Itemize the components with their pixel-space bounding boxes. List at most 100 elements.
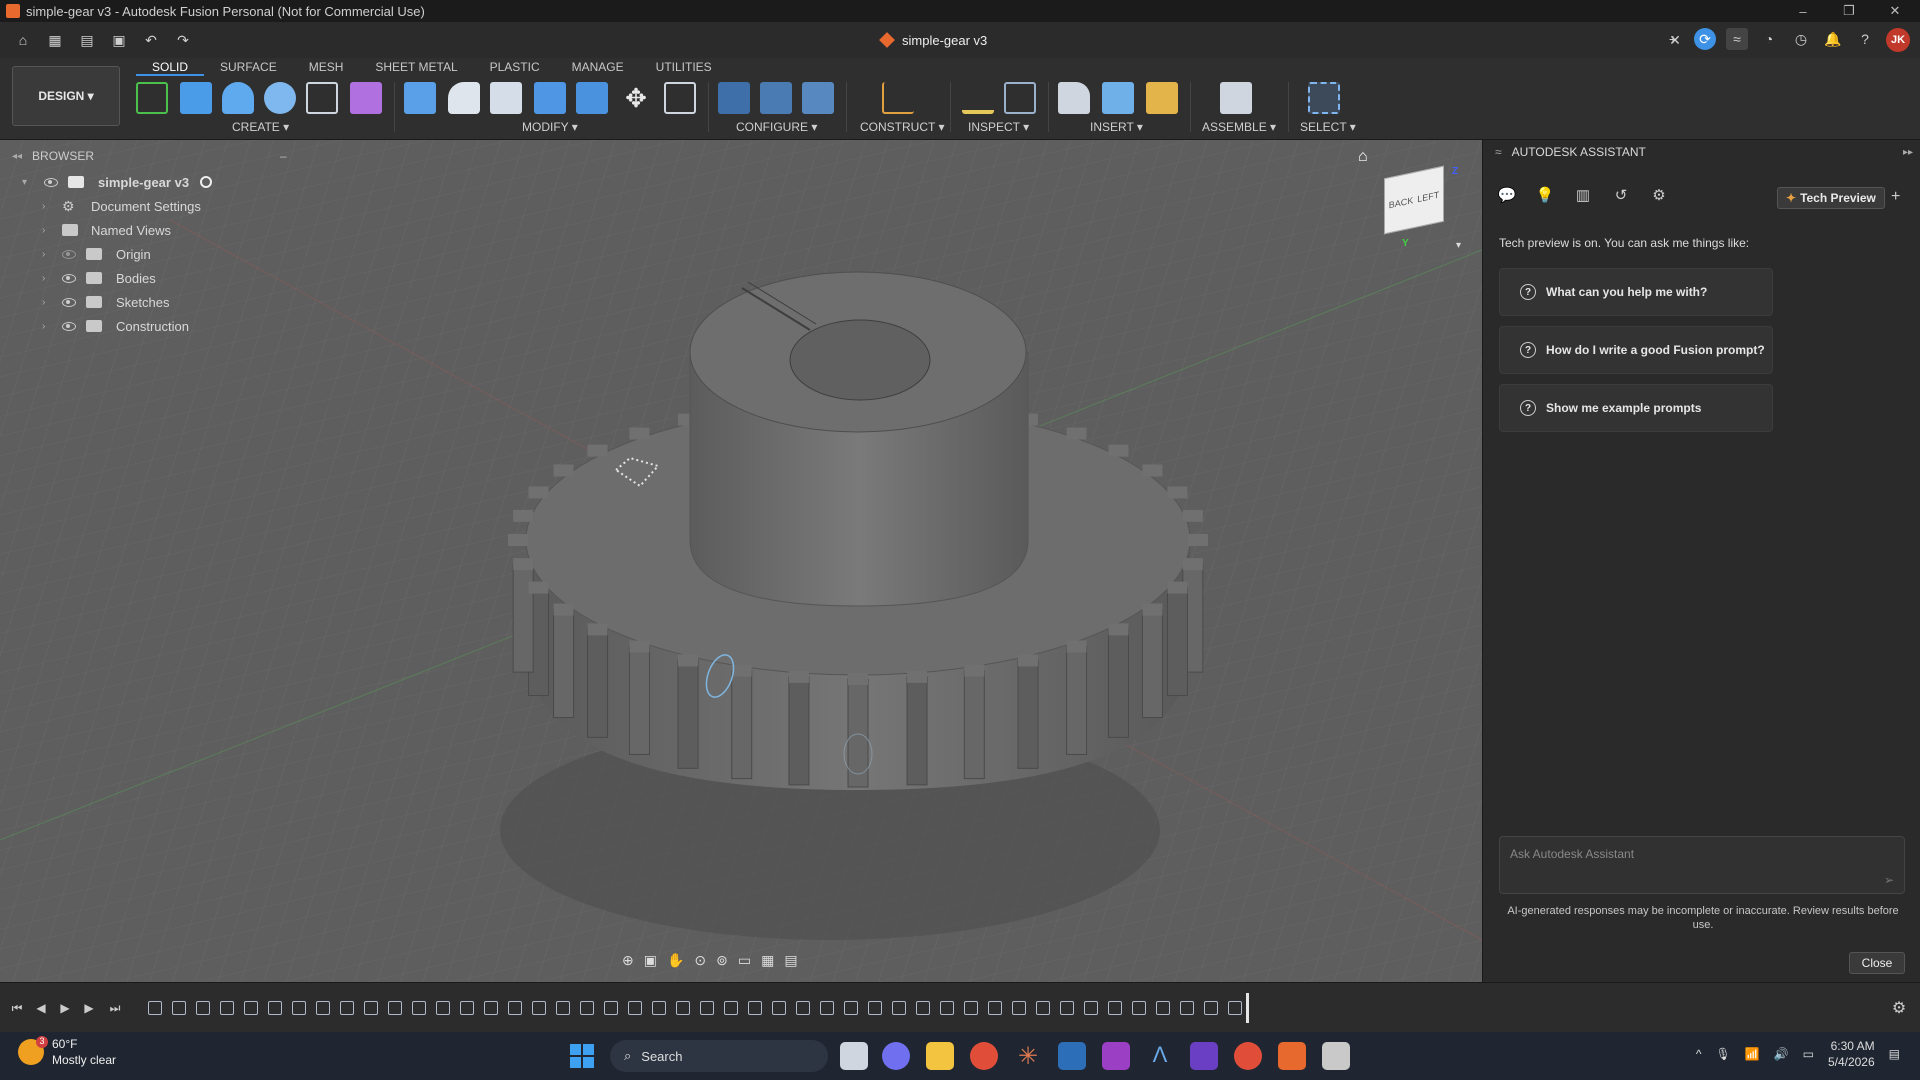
timeline-settings-icon[interactable]: ⚙ [1890,999,1908,1017]
timeline-feature-icon[interactable] [1132,1001,1146,1015]
timeline-feature-icon[interactable] [820,1001,834,1015]
construct-plane-icon[interactable] [882,82,914,114]
chat-icon[interactable]: 💬 [1497,186,1517,206]
chevron-right-icon[interactable]: › [42,297,45,308]
timeline-feature-icon[interactable] [532,1001,546,1015]
browser-item-sketches[interactable]: › Sketches [6,290,301,314]
align-icon[interactable] [664,82,696,114]
timeline-feature-icon[interactable] [1204,1001,1218,1015]
timeline-feature-icon[interactable] [1084,1001,1098,1015]
chevron-down-icon[interactable]: ▾ [22,177,27,188]
settings-gear-icon[interactable]: ⚙ [1649,186,1669,206]
zoom-icon[interactable]: ⊙ [694,952,706,969]
timeline-next-icon[interactable]: ▶ [80,999,98,1017]
tab-sheet-metal[interactable]: SHEET METAL [359,58,473,76]
tech-preview-badge[interactable]: ✦ Tech Preview [1777,187,1885,209]
notepad-icon[interactable] [1322,1042,1350,1070]
close-window-button[interactable]: ✕ [1872,0,1918,22]
workspace-switcher[interactable]: DESIGN ▾ [12,66,120,126]
assistant-input[interactable]: Ask Autodesk Assistant ➢ [1499,836,1905,894]
timeline-feature-icon[interactable] [964,1001,978,1015]
task-view-icon[interactable] [840,1042,868,1070]
lightbulb-icon[interactable]: 💡 [1535,186,1555,206]
file-explorer-icon[interactable] [926,1042,954,1070]
insert-group-label[interactable]: INSERT ▾ [1090,120,1143,134]
split-body-icon[interactable] [576,82,608,114]
timeline-feature-icon[interactable] [364,1001,378,1015]
extrude-icon[interactable] [180,82,212,114]
redo-icon[interactable]: ↷ [172,29,194,51]
timeline-feature-icon[interactable] [1156,1001,1170,1015]
timeline-feature-icon[interactable] [676,1001,690,1015]
combine-icon[interactable] [534,82,566,114]
save-icon[interactable]: ▣ [108,29,130,51]
microphone-icon[interactable]: 🎙 [1715,1047,1730,1061]
timeline-play-icon[interactable]: ▶ [56,999,74,1017]
assistant-close-button[interactable]: Close [1849,952,1905,974]
grid-menu-icon[interactable]: ▦ [44,29,66,51]
timeline-marker[interactable] [1246,993,1249,1023]
user-avatar[interactable]: JK [1886,28,1910,52]
timeline-feature-icon[interactable] [940,1001,954,1015]
tab-plastic[interactable]: PLASTIC [474,58,556,76]
chevron-right-icon[interactable]: › [42,225,45,236]
taskbar-search[interactable]: ⌕ Search [610,1040,828,1072]
timeline-feature-icon[interactable] [196,1001,210,1015]
history-icon[interactable]: ↺ [1611,186,1631,206]
timeline-feature-icon[interactable] [580,1001,594,1015]
autodesk-icon[interactable]: Λ [1146,1042,1174,1070]
visibility-eye-icon[interactable] [62,297,76,307]
timeline-feature-icon[interactable] [700,1001,714,1015]
timeline-feature-icon[interactable] [460,1001,474,1015]
undo-icon[interactable]: ↶ [140,29,162,51]
insert-derive-icon[interactable] [1058,82,1090,114]
timeline-feature-icon[interactable] [316,1001,330,1015]
browser-item-named-views[interactable]: › Named Views [6,218,301,242]
timeline-feature-icon[interactable] [436,1001,450,1015]
file-menu-icon[interactable]: ▤ [76,29,98,51]
shell-icon[interactable] [490,82,522,114]
chrome-profile-icon[interactable] [1234,1042,1262,1070]
timeline-feature-icon[interactable] [556,1001,570,1015]
browser-minimize-icon[interactable]: – [280,149,287,163]
timeline-last-icon[interactable]: ⏭ [106,999,124,1017]
timeline-feature-icon[interactable] [988,1001,1002,1015]
onenote-icon[interactable] [1102,1042,1130,1070]
assemble-group-label[interactable]: ASSEMBLE ▾ [1202,120,1276,134]
expand-panel-icon[interactable]: ▸▸ [1903,147,1913,158]
fillet-icon[interactable] [448,82,480,114]
configure-table-icon[interactable] [718,82,750,114]
insert-mesh-icon[interactable] [1146,82,1178,114]
claude-icon[interactable]: ✳ [1014,1042,1042,1070]
create-group-label[interactable]: CREATE ▾ [232,120,289,134]
orbit-icon[interactable]: ⊕ [622,952,634,969]
timeline-first-icon[interactable]: ⏮ [8,999,26,1017]
timeline-feature-icon[interactable] [292,1001,306,1015]
clipchamp-icon[interactable] [1190,1042,1218,1070]
copilot-icon[interactable] [882,1042,910,1070]
tab-surface[interactable]: SURFACE [204,58,293,76]
home-view-icon[interactable]: ⌂ [1358,148,1368,166]
timeline-feature-icon[interactable] [1036,1001,1050,1015]
clock[interactable]: 6:30 AM 5/4/2026 [1828,1038,1875,1070]
tab-utilities[interactable]: UTILITIES [640,58,728,76]
timeline-feature-icon[interactable] [748,1001,762,1015]
hole-icon[interactable] [264,82,296,114]
timeline-feature-icon[interactable] [604,1001,618,1015]
extensions-icon[interactable]: ◔ [1758,28,1780,50]
restore-button[interactable]: ❐ [1826,0,1872,22]
visibility-eye-icon[interactable] [62,321,76,331]
timeline-feature-icon[interactable] [244,1001,258,1015]
outlook-icon[interactable] [1058,1042,1086,1070]
active-radio-icon[interactable] [200,176,212,188]
tab-mesh[interactable]: MESH [293,58,360,76]
viewports-icon[interactable]: ▤ [784,952,797,969]
collapse-browser-icon[interactable]: ◂◂ [12,151,22,162]
job-status-icon[interactable]: ◷ [1790,28,1812,50]
chevron-right-icon[interactable]: › [42,273,45,284]
browser-root-item[interactable]: ▾ simple-gear v3 [6,170,301,194]
fit-icon[interactable]: ⊚ [716,952,728,969]
create-sketch-icon[interactable] [136,82,168,114]
timeline-feature-icon[interactable] [1108,1001,1122,1015]
battery-icon[interactable]: ▭ [1803,1047,1814,1061]
